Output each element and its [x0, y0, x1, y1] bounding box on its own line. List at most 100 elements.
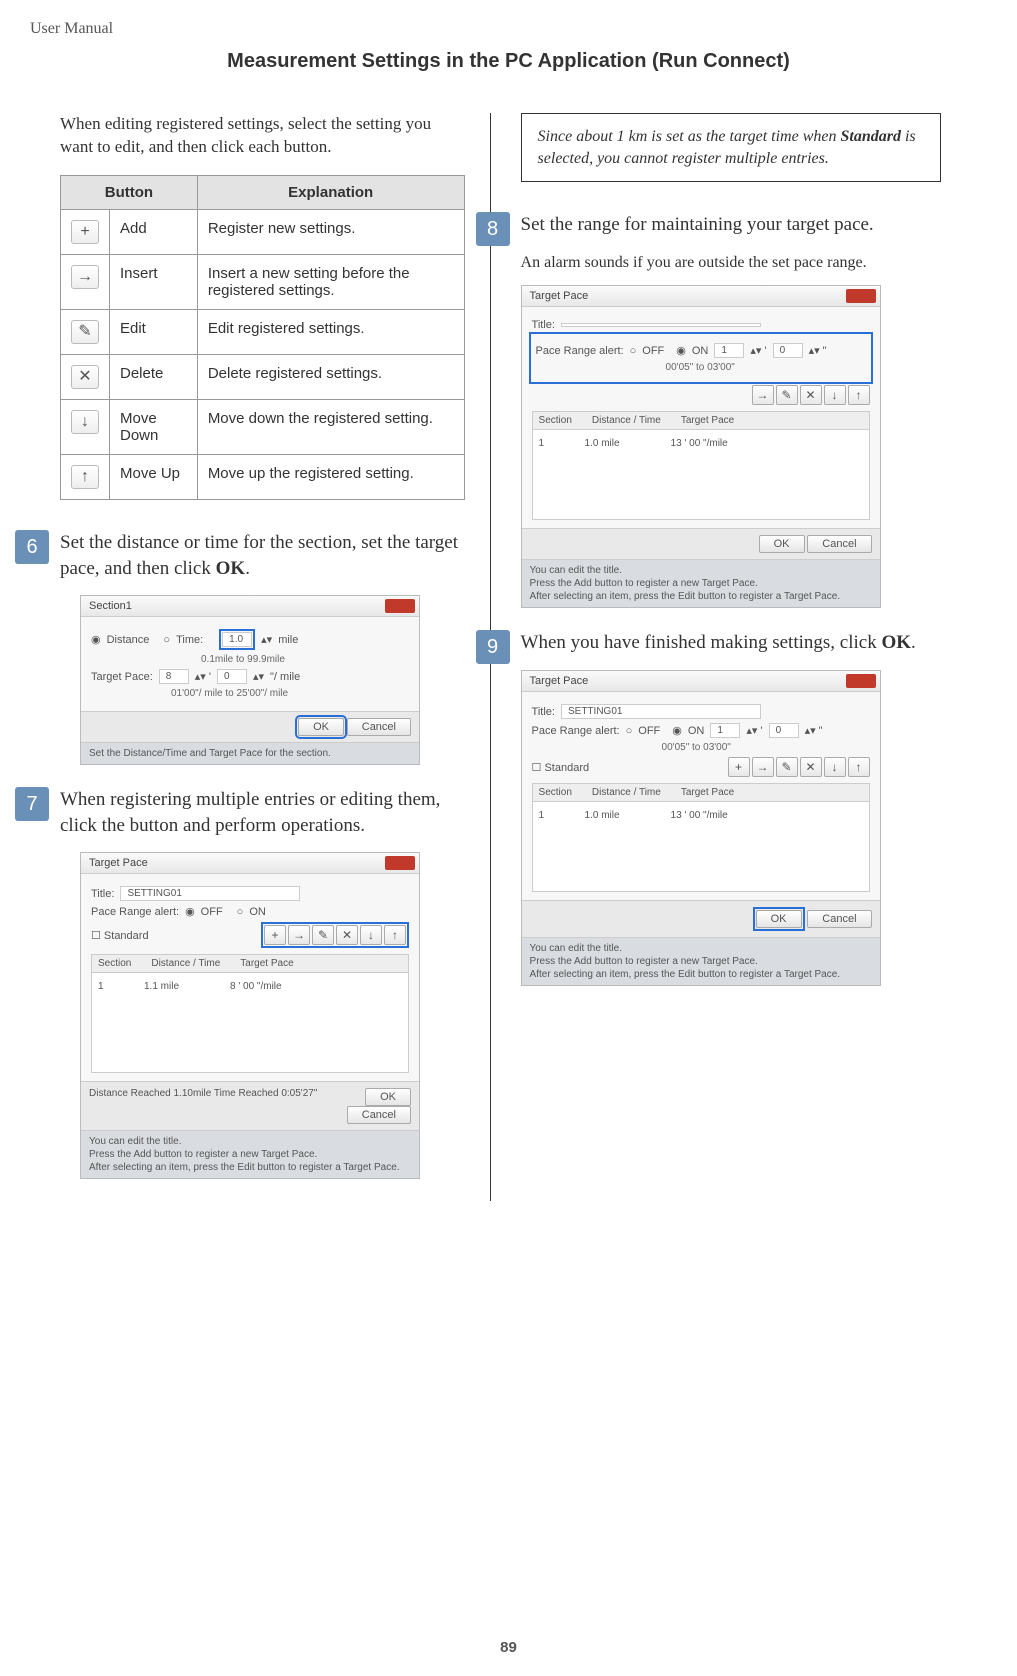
ss-help-text: Set the Distance/Time and Target Pace fo…: [81, 742, 419, 764]
close-icon[interactable]: [846, 674, 876, 688]
arrow-down-icon[interactable]: ↓: [824, 385, 846, 405]
list-item[interactable]: 1 1.0 mile 13 ' 00 "/mile: [539, 438, 863, 449]
range-sec-input[interactable]: 0: [773, 343, 803, 358]
title-input[interactable]: SETTING01: [120, 886, 300, 901]
time-radio-label[interactable]: Time:: [176, 634, 203, 646]
range-min-input[interactable]: 1: [714, 343, 744, 358]
step-7-text: When registering multiple entries or edi…: [60, 787, 465, 838]
pencil-icon[interactable]: ✎: [312, 925, 334, 945]
col-tp: Target Pace: [681, 787, 734, 798]
pencil-icon: ✎: [71, 320, 99, 344]
on-radio[interactable]: ON: [688, 725, 705, 737]
note-box: Since about 1 km is set as the target ti…: [521, 113, 942, 182]
dist-unit: mile: [278, 634, 298, 646]
cancel-button[interactable]: Cancel: [347, 1106, 411, 1124]
arrow-up-icon[interactable]: ↑: [848, 757, 870, 777]
step-marker-7: 7: [15, 787, 49, 821]
ok-button[interactable]: OK: [759, 535, 805, 553]
help-line: Press the Add button to register a new T…: [89, 1149, 317, 1160]
note-pre: Since about 1 km is set as the target ti…: [538, 128, 841, 145]
row-dt: 1.0 mile: [585, 810, 665, 821]
distance-radio-label[interactable]: Distance: [107, 634, 150, 646]
help-line: After selecting an item, press the Edit …: [530, 969, 841, 980]
col-dt: Distance / Time: [592, 787, 661, 798]
help-line: After selecting an item, press the Edit …: [530, 591, 841, 602]
cancel-button[interactable]: Cancel: [807, 535, 871, 553]
title-label: Title:: [532, 706, 555, 718]
ss-help-text: You can edit the title. Press the Add bu…: [522, 559, 880, 607]
row-dt: 1.0 mile: [585, 438, 665, 449]
range-min-input[interactable]: 1: [710, 723, 740, 738]
btn-desc: Move down the registered setting.: [197, 399, 464, 454]
arrow-down-icon[interactable]: ↓: [824, 757, 846, 777]
ok-button[interactable]: OK: [365, 1088, 411, 1106]
arrow-down-icon: ↓: [71, 410, 99, 434]
close-icon[interactable]: [846, 289, 876, 303]
btn-desc: Insert a new setting before the register…: [197, 254, 464, 309]
screenshot-target-pace-7: Target Pace Title: SETTING01 Pace Range …: [80, 852, 420, 1179]
on-radio[interactable]: ON: [692, 345, 709, 357]
arrow-up-icon[interactable]: ↑: [384, 925, 406, 945]
ok-button[interactable]: OK: [756, 910, 802, 928]
btn-desc: Move up the registered setting.: [197, 454, 464, 499]
distance-input[interactable]: 1.0: [222, 632, 252, 647]
title-input[interactable]: SETTING01: [561, 704, 761, 719]
arrow-right-icon[interactable]: →: [752, 757, 774, 777]
off-radio[interactable]: OFF: [642, 345, 664, 357]
pencil-icon[interactable]: ✎: [776, 757, 798, 777]
col-dt: Distance / Time: [151, 958, 220, 969]
help-line: Press the Add button to register a new T…: [530, 578, 758, 589]
btn-desc: Register new settings.: [197, 209, 464, 254]
title-label: Title:: [532, 319, 555, 331]
on-radio[interactable]: ON: [249, 906, 266, 918]
x-icon[interactable]: ✕: [800, 757, 822, 777]
pace-range: 01'00"/ mile to 25'00"/ mile: [171, 688, 409, 699]
pace-min-input[interactable]: 8: [159, 669, 189, 684]
plus-icon[interactable]: +: [728, 757, 750, 777]
pencil-icon[interactable]: ✎: [776, 385, 798, 405]
col-dt: Distance / Time: [592, 415, 661, 426]
cancel-button[interactable]: Cancel: [347, 718, 411, 736]
x-icon[interactable]: ✕: [800, 385, 822, 405]
arrow-down-icon[interactable]: ↓: [360, 925, 382, 945]
screenshot-target-pace-9: Target Pace Title: SETTING01 Pace Range …: [521, 670, 881, 986]
cancel-button[interactable]: Cancel: [807, 910, 871, 928]
standard-checkbox[interactable]: Standard: [544, 762, 589, 774]
title-input[interactable]: [561, 323, 761, 327]
arrow-up-icon[interactable]: ↑: [848, 385, 870, 405]
range-sec-input[interactable]: 0: [769, 723, 799, 738]
plus-icon[interactable]: +: [264, 925, 286, 945]
x-icon[interactable]: ✕: [336, 925, 358, 945]
step-9-bold: OK: [881, 632, 911, 653]
plus-icon: +: [71, 220, 99, 244]
table-row: ↑ Move Up Move up the registered setting…: [61, 454, 465, 499]
list-item[interactable]: 1 1.1 mile 8 ' 00 "/mile: [98, 981, 402, 992]
table-row: ✕ Delete Delete registered settings.: [61, 354, 465, 399]
alert-label: Pace Range alert:: [532, 725, 620, 737]
standard-checkbox[interactable]: Standard: [104, 930, 149, 942]
step-6-bold: OK: [216, 558, 246, 579]
ok-button[interactable]: OK: [298, 718, 344, 736]
off-radio[interactable]: OFF: [201, 906, 223, 918]
screenshot-target-pace-8: Target Pace Title: Pace Range alert: ○ O…: [521, 285, 881, 608]
arrow-right-icon: →: [71, 265, 99, 289]
step-6-text: Set the distance or time for the section…: [60, 530, 465, 581]
help-line: After selecting an item, press the Edit …: [89, 1162, 400, 1173]
table-row: ✎ Edit Edit registered settings.: [61, 309, 465, 354]
arrow-right-icon[interactable]: →: [752, 385, 774, 405]
alert-label: Pace Range alert:: [91, 906, 179, 918]
summary-text: Distance Reached 1.10mile Time Reached 0…: [89, 1088, 317, 1099]
ss-title-text: Target Pace: [89, 857, 148, 869]
note-bold: Standard: [840, 128, 900, 145]
page-title: Measurement Settings in the PC Applicati…: [60, 50, 957, 73]
arrow-right-icon[interactable]: →: [288, 925, 310, 945]
toolbar: + → ✎ ✕ ↓ ↑: [728, 757, 870, 777]
close-icon[interactable]: [385, 856, 415, 870]
off-radio[interactable]: OFF: [638, 725, 660, 737]
alert-label: Pace Range alert:: [536, 345, 624, 357]
col-tp: Target Pace: [681, 415, 734, 426]
pace-sec-input[interactable]: 0: [217, 669, 247, 684]
list-item[interactable]: 1 1.0 mile 13 ' 00 "/mile: [539, 810, 863, 821]
th-explanation: Explanation: [197, 175, 464, 209]
close-icon[interactable]: [385, 599, 415, 613]
